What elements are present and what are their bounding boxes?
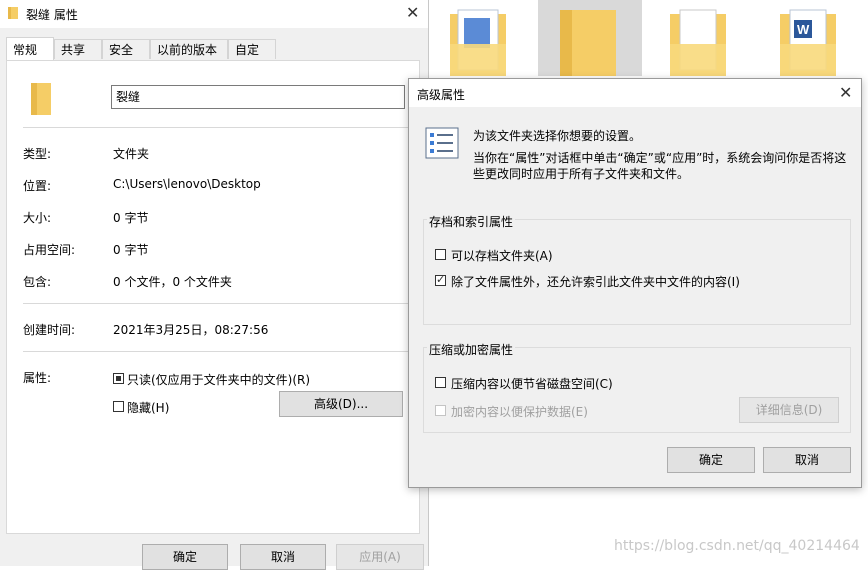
separator (23, 351, 409, 352)
properties-window: 裂缝 属性 ✕ 常规 共享 安全 以前的版本 自定义 裂缝 类型: 文件夹 位置… (0, 0, 429, 570)
hidden-label: 隐藏(H) (127, 401, 170, 415)
index-checkbox[interactable] (435, 273, 446, 286)
properties-button-bar: 确定 取消 应用(A) (0, 534, 428, 570)
cancel-button[interactable]: 取消 (240, 544, 326, 570)
tab-general[interactable]: 常规 (6, 37, 54, 60)
folder-large-icon (31, 83, 51, 115)
archive-checkbox[interactable] (435, 249, 446, 260)
encrypt-label: 加密内容以便保护数据(E) (451, 405, 588, 419)
tab-customize[interactable]: 自定义 (228, 39, 276, 77)
type-value: 文件夹 (113, 147, 150, 161)
watermark-text: https://blog.csdn.net/qq_40214464 (614, 538, 860, 554)
close-icon[interactable]: ✕ (839, 85, 852, 101)
folder-icon (8, 7, 18, 19)
hidden-checkbox[interactable] (113, 401, 124, 412)
advanced-cancel-button[interactable]: 取消 (763, 447, 851, 473)
archive-label: 可以存档文件夹(A) (451, 249, 553, 263)
archive-group-title: 存档和索引属性 (427, 213, 516, 230)
folder-name-input[interactable]: 裂缝 (111, 85, 405, 109)
dialog-title: 高级属性 (417, 88, 466, 102)
word-document-icon: W (780, 9, 836, 76)
location-value: C:\Users\lenovo\Desktop (113, 177, 261, 191)
folder-with-docs-icon (450, 9, 506, 76)
type-label: 类型: (23, 147, 52, 161)
separator (23, 127, 409, 128)
compress-checkbox[interactable] (435, 377, 446, 388)
details-button[interactable]: 详细信息(D) (739, 397, 839, 423)
desktop-folder-selected[interactable] (538, 0, 642, 76)
desktop-doc-icon-2[interactable] (666, 4, 730, 76)
index-label: 除了文件属性外，还允许索引此文件夹中文件的内容(I) (451, 275, 740, 289)
created-value: 2021年3月25日，08:27:56 (113, 323, 269, 337)
general-panel: 裂缝 类型: 文件夹 位置: C:\Users\lenovo\Desktop 大… (6, 60, 420, 534)
dialog-description-line1: 当你在“属性”对话框中单击“确定”或“应用”时，系统会询问你是否将这 (473, 151, 847, 165)
tab-previous-versions[interactable]: 以前的版本 (150, 39, 228, 59)
location-label: 位置: (23, 179, 52, 193)
readonly-label: 只读(仅应用于文件夹中的文件)(R) (127, 373, 311, 387)
disk-size-label: 占用空间: (23, 243, 76, 257)
ok-button[interactable]: 确定 (142, 544, 228, 570)
disk-size-value: 0 字节 (113, 243, 149, 257)
archive-index-group (423, 219, 851, 325)
compress-label: 压缩内容以便节省磁盘空间(C) (451, 377, 613, 391)
dialog-intro: 为该文件夹选择你想要的设置。 (473, 129, 642, 143)
size-value: 0 字节 (113, 211, 149, 225)
properties-titlebar: 裂缝 属性 ✕ (0, 0, 428, 28)
folder-with-paper-icon (670, 9, 726, 76)
dialog-description-line2: 些更改同时应用于所有子文件夹和文件。 (473, 167, 690, 181)
folder-icon (560, 10, 616, 76)
separator (23, 303, 409, 304)
svg-text:W: W (797, 22, 810, 37)
encrypt-checkbox[interactable] (435, 405, 446, 416)
desktop-doc-icon-1[interactable] (446, 4, 510, 76)
settings-list-icon (425, 127, 459, 159)
created-label: 创建时间: (23, 323, 76, 337)
size-label: 大小: (23, 211, 52, 225)
tab-sharing[interactable]: 共享 (54, 39, 102, 59)
window-title: 裂缝 属性 (26, 8, 78, 22)
close-icon[interactable]: ✕ (406, 5, 419, 21)
readonly-checkbox[interactable] (113, 373, 124, 384)
tab-security[interactable]: 安全 (102, 39, 150, 59)
apply-button[interactable]: 应用(A) (336, 544, 424, 570)
contains-label: 包含: (23, 275, 52, 289)
desktop-word-doc-icon[interactable]: W (776, 4, 840, 76)
advanced-attributes-dialog: 高级属性 ✕ 为该文件夹选择你想要的设置。 当你在“属性”对话框中单击“确定”或… (408, 78, 862, 488)
attributes-label: 属性: (23, 371, 52, 385)
compress-group-title: 压缩或加密属性 (427, 341, 516, 358)
advanced-button[interactable]: 高级(D)... (279, 391, 403, 417)
advanced-titlebar: 高级属性 ✕ (409, 79, 861, 107)
contains-value: 0 个文件，0 个文件夹 (113, 275, 232, 289)
advanced-ok-button[interactable]: 确定 (667, 447, 755, 473)
